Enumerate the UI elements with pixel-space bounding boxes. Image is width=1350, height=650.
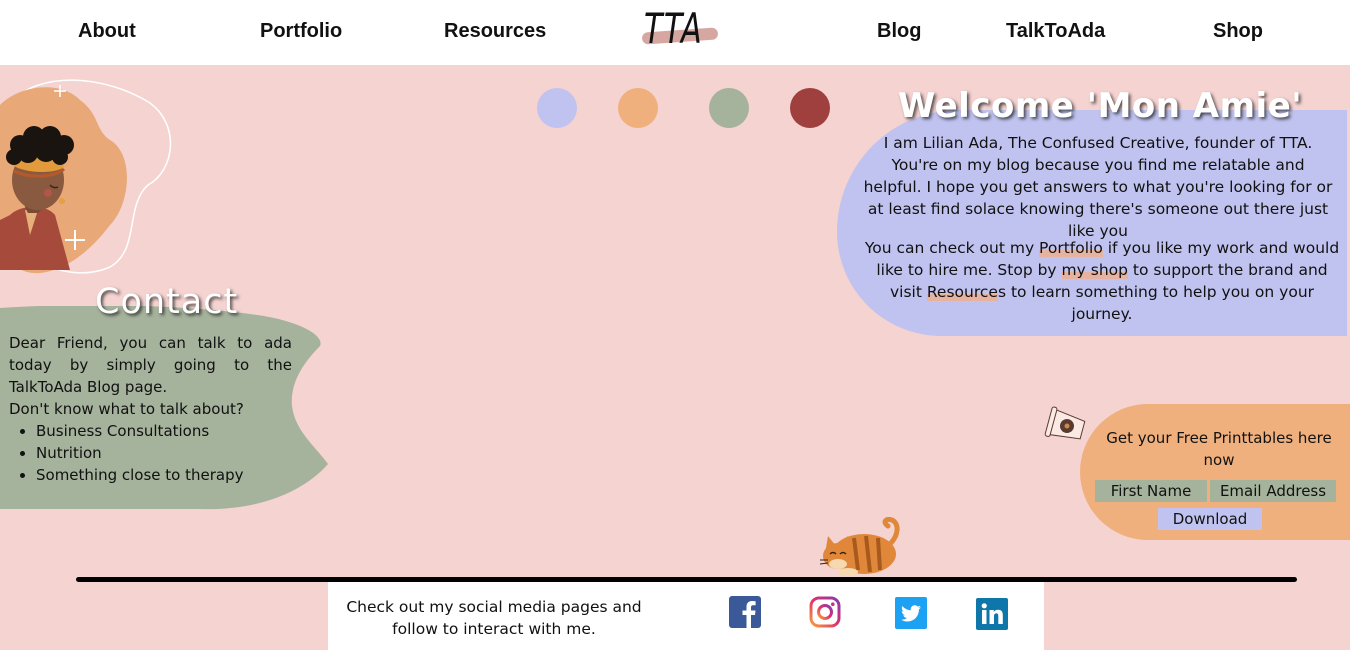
linkedin-icon[interactable] <box>976 598 1008 630</box>
shop-inline-link[interactable]: my shop <box>1061 261 1128 279</box>
contact-body: Dear Friend, you can talk to ada today b… <box>9 332 292 486</box>
site-logo[interactable]: TTA <box>640 4 722 58</box>
list-item: Nutrition <box>36 442 292 464</box>
portfolio-inline-link[interactable]: Portfolio <box>1039 239 1103 257</box>
nav-shop[interactable]: Shop <box>1213 20 1263 43</box>
footer-text: Check out my social media pages and foll… <box>346 598 642 638</box>
email-field[interactable]: Email Address <box>1210 480 1336 502</box>
nav-blog[interactable]: Blog <box>877 20 921 43</box>
resources-inline-link[interactable]: Resource <box>926 283 998 301</box>
nav-about[interactable]: About <box>78 20 136 43</box>
logo-text: TTA <box>644 4 704 53</box>
palette-dot-sage <box>709 88 749 128</box>
coffee-cup-icon <box>1044 406 1086 440</box>
nav-resources[interactable]: Resources <box>444 20 546 43</box>
woman-avatar-illustration <box>0 79 172 274</box>
printables-title: Get your Free Printtables here now <box>1106 429 1332 469</box>
welcome-text-part: s to learn something to help you on your… <box>997 283 1315 323</box>
welcome-links-text: You can check out my Portfolio if you li… <box>860 237 1344 325</box>
instagram-icon[interactable] <box>809 596 841 628</box>
cat-illustration <box>819 517 900 576</box>
nav-portfolio[interactable]: Portfolio <box>260 20 342 43</box>
first-name-field[interactable]: First Name <box>1095 480 1207 502</box>
list-item: Business Consultations <box>36 420 292 442</box>
contact-topics-list: Business Consultations Nutrition Somethi… <box>9 420 292 486</box>
facebook-icon[interactable] <box>729 596 761 628</box>
download-button[interactable]: Download <box>1158 508 1262 530</box>
welcome-text-part: You can check out my <box>864 239 1040 257</box>
list-item: Something close to therapy <box>36 464 292 486</box>
welcome-title: Welcome 'Mon Amie' <box>897 86 1303 126</box>
welcome-intro-text: I am Lilian Ada, The Confused Creative, … <box>863 134 1333 240</box>
palette-dot-maroon <box>790 88 830 128</box>
contact-intro: Dear Friend, you can talk to ada today b… <box>9 334 292 396</box>
contact-question: Don't know what to talk about? <box>9 400 244 418</box>
palette-dot-peach <box>618 88 658 128</box>
nav-talktoada[interactable]: TalkToAda <box>1006 20 1105 43</box>
palette-dot-lavender <box>537 88 577 128</box>
twitter-icon[interactable] <box>895 597 927 629</box>
contact-title: Contact <box>95 282 239 322</box>
top-navigation-bar: About Portfolio Resources TTA Blog TalkT… <box>0 0 1350 65</box>
